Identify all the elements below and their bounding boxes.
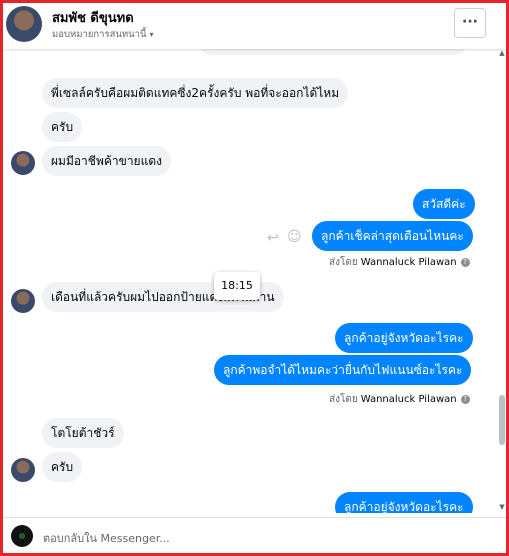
timestamp-tooltip: 18:15 [214,272,260,300]
scrollbar-thumb[interactable] [499,395,505,445]
sent-by-label: ส่งโดย Wannaluck Pilawan? [329,392,470,407]
contact-avatar-small[interactable] [11,458,35,482]
sent-by-prefix: ส่งโดย [329,257,358,268]
page-avatar [11,525,33,547]
incoming-message[interactable]: ผมมีอาชีพค้าขายแดง [42,146,171,176]
reply-input[interactable]: ตอบกลับใน Messenger... [43,529,170,547]
outgoing-message[interactable]: ลูกค้าอยู่จังหวัดอะไรคะ [335,492,473,513]
incoming-message[interactable]: โตโยต้าชัวร์ [42,418,124,448]
assign-conversation[interactable]: มอบหมายการสนทนานี้ ▾ [52,27,154,42]
sent-by-label: ส่งโดย Wannaluck Pilawan? [329,255,470,270]
incoming-message[interactable]: พี่เซลล์ครับคือผมติดแทคซี่ง2ครั้งครับ พอ… [42,78,349,108]
reply-composer[interactable]: ตอบกลับใน Messenger... [3,517,506,553]
contact-avatar-small[interactable] [11,151,35,175]
scroll-down-icon[interactable]: ▼ [498,503,506,511]
previous-message-fragment [199,49,467,55]
info-icon[interactable]: ? [460,394,470,404]
chat-window: สมพัช ดีขุนทด มอบหมายการสนทนานี้ ▾ ··· พี… [0,0,509,556]
outgoing-message[interactable]: ลูกค้าเช็คล่าสุดเดือนไหนคะ [312,221,473,251]
assign-label: มอบหมายการสนทนานี้ [52,29,147,40]
outgoing-message[interactable]: ลูกค้าอยู่จังหวัดอะไรคะ [335,323,473,353]
agent-name: Wannaluck Pilawan [360,394,457,405]
sent-by-prefix: ส่งโดย [329,394,358,405]
more-options-button[interactable]: ··· [454,8,486,38]
reply-icon[interactable]: ↩ [267,230,279,246]
emoji-icon[interactable]: ☺ [287,229,302,245]
outgoing-message[interactable]: สวัสดีค่ะ [413,189,475,219]
info-icon[interactable]: ? [460,257,470,267]
chevron-down-icon: ▾ [149,30,154,39]
incoming-message[interactable]: ครับ [42,112,83,142]
outgoing-message[interactable]: ลูกค้าพอจำได้ไหมคะว่ายื่นกับไฟแนนซ์อะไรค… [214,355,472,385]
contact-name[interactable]: สมพัช ดีขุนทด [52,7,134,28]
scrollbar[interactable]: ▲ ▼ [498,49,506,513]
agent-name: Wannaluck Pilawan [360,257,457,268]
scroll-up-icon[interactable]: ▲ [498,49,506,57]
contact-avatar[interactable] [6,6,42,42]
contact-avatar-small[interactable] [11,289,35,313]
incoming-message[interactable]: ครับ [42,452,83,482]
conversation-header: สมพัช ดีขุนทด มอบหมายการสนทนานี้ ▾ ··· [3,3,506,49]
